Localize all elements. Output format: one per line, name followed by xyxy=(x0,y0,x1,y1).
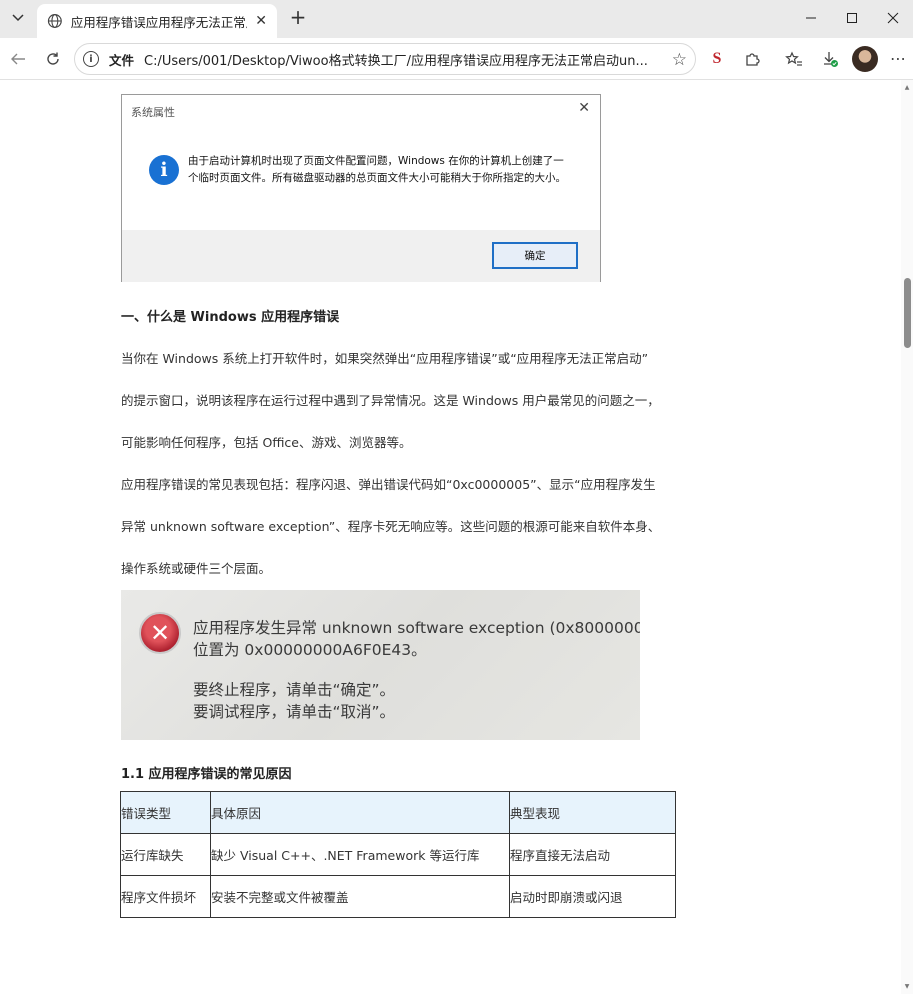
address-protocol: 文件 xyxy=(109,52,135,68)
causes-table: 错误类型 具体原因 典型表现 运行库缺失 缺少 Visual C++、.NET … xyxy=(120,791,676,918)
paragraph-line: 异常 unknown software exception”、程序卡死无响应等。… xyxy=(121,519,661,534)
tab-close-icon[interactable]: ✕ xyxy=(255,13,267,29)
dialog-footer: 确定 xyxy=(122,230,600,282)
error-text-line: 应用程序发生异常 unknown software exception (0x8… xyxy=(193,619,640,637)
table-row: 运行库缺失 缺少 Visual C++、.NET Framework 等运行库 … xyxy=(120,833,676,876)
tab-active[interactable]: 应用程序错误应用程序无法正常启动 ✕ xyxy=(37,4,277,38)
table-header-row: 错误类型 具体原因 典型表现 xyxy=(120,791,676,834)
error-text-line: 要调试程序，请单击“取消”。 xyxy=(193,703,396,721)
address-url[interactable]: C:/Users/001/Desktop/Viwoo格式转换工厂/应用程序错误应… xyxy=(144,50,664,69)
table-cell: 程序直接无法启动 xyxy=(509,833,676,876)
tab-title: 应用程序错误应用程序无法正常启动 xyxy=(70,14,248,30)
scroll-down-icon[interactable]: ▼ xyxy=(903,983,911,990)
globe-icon xyxy=(47,14,62,28)
maximize-icon[interactable] xyxy=(837,5,867,31)
favorite-star-icon[interactable]: ☆ xyxy=(672,50,687,70)
table-cell: 启动时即崩溃或闪退 xyxy=(509,875,676,918)
system-properties-dialog-image: 系统属性 ✕ i 由于启动计算机时出现了页面文件配置问题，Windows 在你的… xyxy=(121,94,601,282)
extensions-puzzle-icon[interactable] xyxy=(740,47,764,71)
refresh-icon[interactable] xyxy=(40,46,66,72)
dialog-message: 由于启动计算机时出现了页面文件配置问题，Windows 在你的计算机上创建了一个… xyxy=(188,155,566,184)
minimize-icon[interactable] xyxy=(796,5,826,31)
scrollbar-thumb[interactable] xyxy=(904,278,911,348)
browser-toolbar: i 文件 C:/Users/001/Desktop/Viwoo格式转换工厂/应用… xyxy=(0,38,913,80)
dialog-title: 系统属性 xyxy=(131,106,175,119)
seo-extension-icon[interactable]: S xyxy=(705,47,729,71)
downloads-icon[interactable] xyxy=(818,47,842,71)
paragraph-line: 可能影响任何程序，包括 Office、游戏、浏览器等。 xyxy=(121,435,412,450)
table-cell: 安装不完整或文件被覆盖 xyxy=(210,875,510,918)
browser-chrome: 应用程序错误应用程序无法正常启动 ✕ + i 文件 C:/Users/001/D… xyxy=(0,0,913,80)
new-tab-icon[interactable]: + xyxy=(287,7,309,29)
error-x-icon: ✕ xyxy=(139,612,181,654)
paragraph-line: 应用程序错误的常见表现包括：程序闪退、弹出错误代码如“0xc0000005”、显… xyxy=(121,477,656,492)
error-screenshot-image: ✕ 应用程序发生异常 unknown software exception (0… xyxy=(121,590,640,740)
scroll-up-icon[interactable]: ▲ xyxy=(903,84,911,91)
subsection-heading: 1.1 应用程序错误的常见原因 xyxy=(121,767,292,782)
table-cell: 程序文件损坏 xyxy=(120,875,211,918)
info-icon: i xyxy=(149,155,179,185)
close-window-icon[interactable] xyxy=(878,5,908,31)
table-cell: 运行库缺失 xyxy=(120,833,211,876)
more-menu-icon[interactable]: ⋯ xyxy=(890,49,906,68)
page-content: 系统属性 ✕ i 由于启动计算机时出现了页面文件配置问题，Windows 在你的… xyxy=(0,80,913,994)
favorites-icon[interactable] xyxy=(782,47,806,71)
dialog-ok-button: 确定 xyxy=(492,242,578,269)
error-text-line: 位置为 0x00000000A6F0E43。 xyxy=(193,641,427,659)
profile-avatar[interactable] xyxy=(852,46,878,72)
table-header-cell: 典型表现 xyxy=(509,791,676,834)
tab-actions-menu-icon[interactable] xyxy=(6,6,30,30)
dialog-close-icon: ✕ xyxy=(578,100,590,116)
section-heading: 一、什么是 Windows 应用程序错误 xyxy=(121,310,340,325)
table-header-cell: 具体原因 xyxy=(210,791,510,834)
paragraph-line: 当你在 Windows 系统上打开软件时，如果突然弹出“应用程序错误”或“应用程… xyxy=(121,351,649,366)
error-text-line: 要终止程序，请单击“确定”。 xyxy=(193,681,396,699)
address-bar[interactable]: i 文件 C:/Users/001/Desktop/Viwoo格式转换工厂/应用… xyxy=(74,43,696,75)
paragraph-line: 的提示窗口，说明该程序在运行过程中遇到了异常情况。这是 Windows 用户最常… xyxy=(121,393,660,408)
back-icon[interactable] xyxy=(5,46,31,72)
paragraph-line: 操作系统或硬件三个层面。 xyxy=(121,561,272,576)
tab-strip: 应用程序错误应用程序无法正常启动 ✕ + xyxy=(0,0,913,38)
vertical-scrollbar[interactable]: ▲ ▼ xyxy=(901,80,913,994)
table-cell: 缺少 Visual C++、.NET Framework 等运行库 xyxy=(210,833,510,876)
info-icon[interactable]: i xyxy=(83,51,99,67)
table-header-cell: 错误类型 xyxy=(120,791,211,834)
table-row: 程序文件损坏 安装不完整或文件被覆盖 启动时即崩溃或闪退 xyxy=(120,875,676,918)
